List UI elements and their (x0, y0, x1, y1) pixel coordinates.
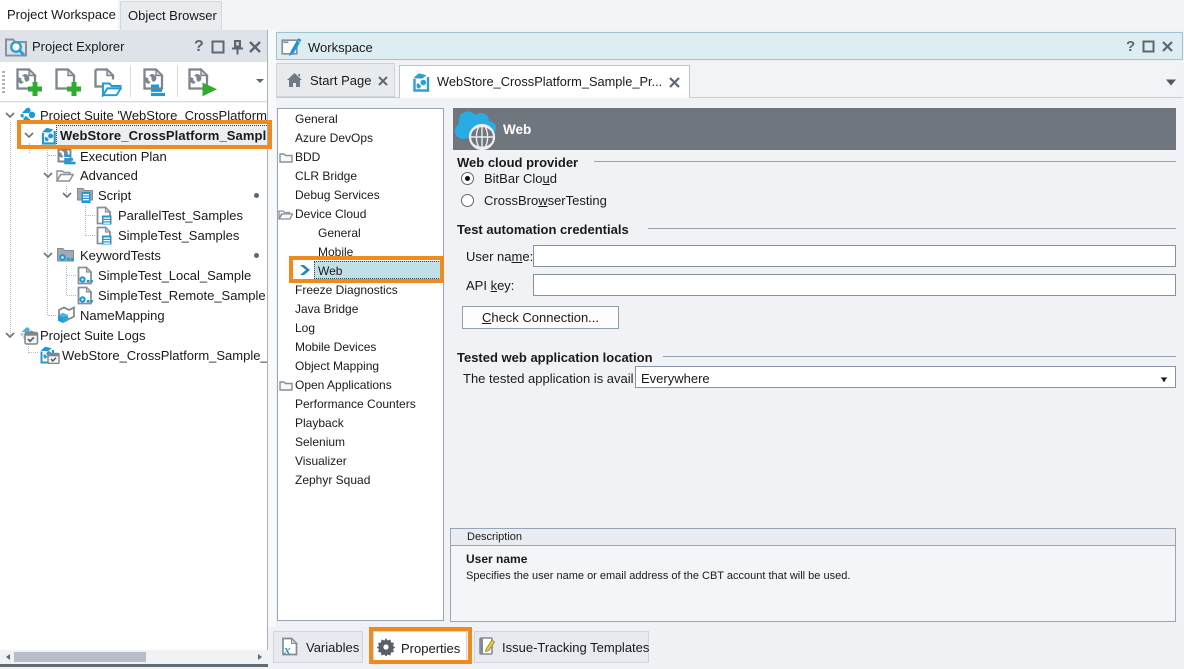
svg-text:x: x (283, 642, 291, 656)
